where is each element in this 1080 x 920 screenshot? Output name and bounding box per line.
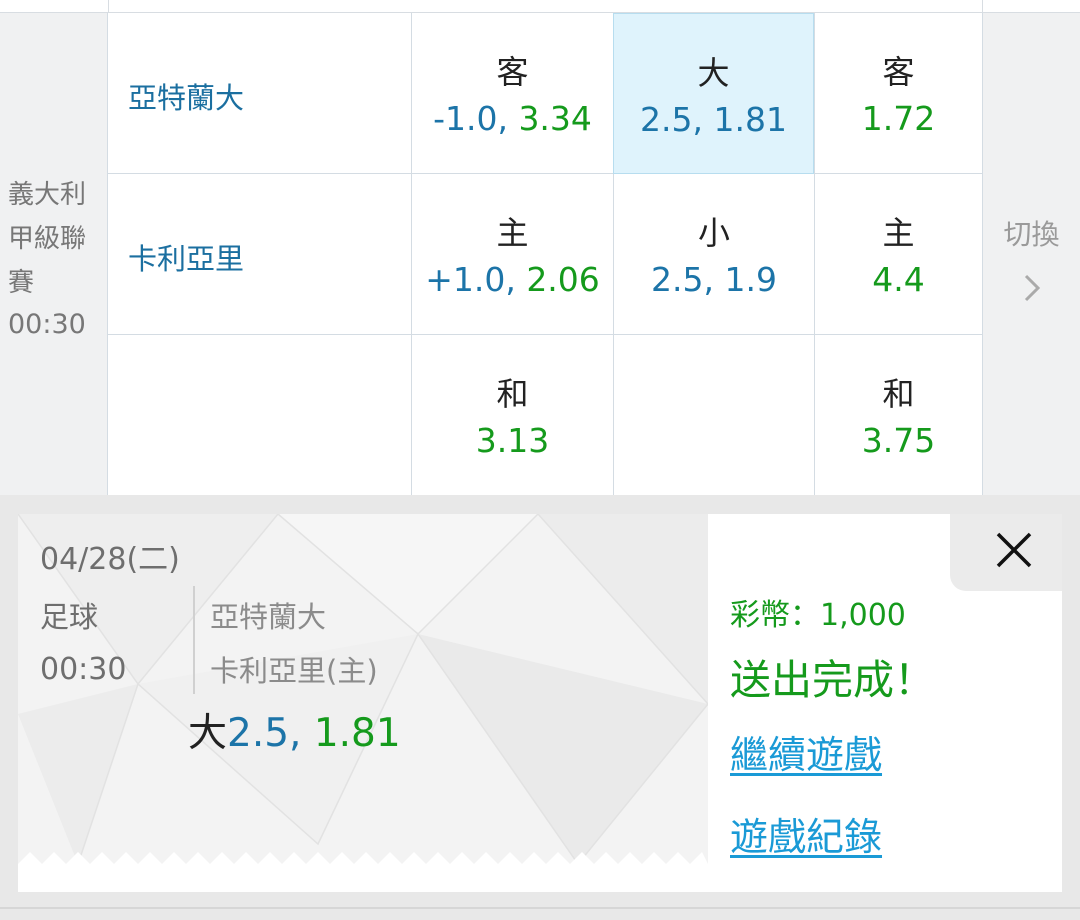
league-name: 義大利甲級聯賽 bbox=[8, 180, 87, 298]
match-time: 00:30 bbox=[8, 309, 86, 340]
switch-button[interactable]: 切換 bbox=[982, 13, 1080, 495]
odds-label: 主 bbox=[496, 214, 529, 252]
receipt-bet: 大2.5, 1.81 bbox=[188, 712, 401, 756]
odds-empty-cell bbox=[613, 335, 814, 495]
bet-type: 大 bbox=[188, 711, 228, 756]
divider bbox=[108, 0, 109, 13]
receipt-date: 04/28(二) bbox=[40, 542, 180, 577]
submit-status: 送出完成！ bbox=[730, 656, 935, 704]
odds-moneyline-draw[interactable]: 和 3.75 bbox=[814, 335, 982, 495]
odds-price: 4.4 bbox=[872, 260, 925, 299]
odds-label: 和 bbox=[882, 375, 915, 413]
divider bbox=[982, 0, 983, 13]
odds-price: 3.13 bbox=[475, 421, 550, 460]
team-column: 亞特蘭大 卡利亞里 bbox=[108, 13, 411, 495]
receipt-away-team: 亞特蘭大 bbox=[210, 600, 327, 634]
top-strip bbox=[0, 0, 1080, 13]
receipt-home-team: 卡利亞里(主) bbox=[210, 654, 378, 688]
continue-game-link[interactable]: 繼續遊戲 bbox=[730, 724, 882, 779]
receipt-time: 00:30 bbox=[40, 652, 127, 687]
odds-value: +1.0, 2.06 bbox=[412, 260, 613, 300]
odds-handicap-draw[interactable]: 和 3.13 bbox=[411, 335, 613, 495]
switch-label: 切換 bbox=[1003, 218, 1060, 251]
bottom-divider bbox=[0, 907, 1080, 909]
odds-label: 和 bbox=[496, 375, 529, 413]
close-button[interactable] bbox=[950, 514, 1062, 591]
odds-handicap-home[interactable]: 主 +1.0, 2.06 bbox=[411, 174, 613, 335]
close-icon bbox=[996, 532, 1032, 568]
coin-balance: 彩幣：1,000 bbox=[730, 598, 906, 633]
odds-label: 客 bbox=[882, 53, 915, 91]
odds-price: 1.72 bbox=[861, 99, 936, 138]
odds-label: 大 bbox=[697, 54, 730, 92]
odds-value: 2.5, 1.9 bbox=[651, 260, 777, 299]
bet-price: 1.81 bbox=[313, 711, 401, 756]
odds-label: 主 bbox=[882, 214, 915, 252]
home-team-name: 卡利亞里 bbox=[128, 242, 245, 276]
odds-value: -1.0, 3.34 bbox=[412, 99, 613, 139]
odds-price: 3.75 bbox=[861, 421, 936, 460]
handicap-line: +1.0, bbox=[425, 260, 527, 299]
away-team-name: 亞特蘭大 bbox=[128, 81, 245, 115]
odds-handicap-away[interactable]: 客 -1.0, 3.34 bbox=[411, 13, 613, 174]
receipt-sport: 足球 bbox=[40, 600, 99, 634]
bet-confirmation-dialog: 04/28(二) 足球 00:30 亞特蘭大 卡利亞里(主) 大2.5, 1.8… bbox=[18, 514, 1062, 892]
odds-price: 2.06 bbox=[526, 260, 600, 299]
odds-moneyline-home[interactable]: 主 4.4 bbox=[814, 174, 982, 335]
team-row-draw bbox=[108, 335, 411, 496]
receipt-zigzag-edge bbox=[18, 852, 708, 864]
odds-value: 2.5, 1.81 bbox=[640, 100, 787, 139]
bet-receipt: 04/28(二) 足球 00:30 亞特蘭大 卡利亞里(主) 大2.5, 1.8… bbox=[18, 514, 708, 864]
odds-over[interactable]: 大 2.5, 1.81 bbox=[613, 13, 814, 174]
team-row-away: 亞特蘭大 bbox=[108, 13, 411, 174]
odds-under[interactable]: 小 2.5, 1.9 bbox=[613, 174, 814, 335]
odds-label: 小 bbox=[697, 214, 730, 252]
league-cell: 義大利甲級聯賽 00:30 bbox=[0, 13, 108, 495]
odds-label: 客 bbox=[496, 53, 529, 91]
chevron-right-icon bbox=[1024, 274, 1041, 302]
odds-moneyline-away[interactable]: 客 1.72 bbox=[814, 13, 982, 174]
game-history-link[interactable]: 遊戲紀錄 bbox=[730, 806, 882, 861]
team-row-home: 卡利亞里 bbox=[108, 174, 411, 335]
bet-line: 2.5, bbox=[227, 711, 314, 756]
handicap-line: -1.0, bbox=[433, 99, 519, 138]
odds-price: 3.34 bbox=[518, 99, 592, 138]
receipt-divider bbox=[193, 586, 195, 694]
